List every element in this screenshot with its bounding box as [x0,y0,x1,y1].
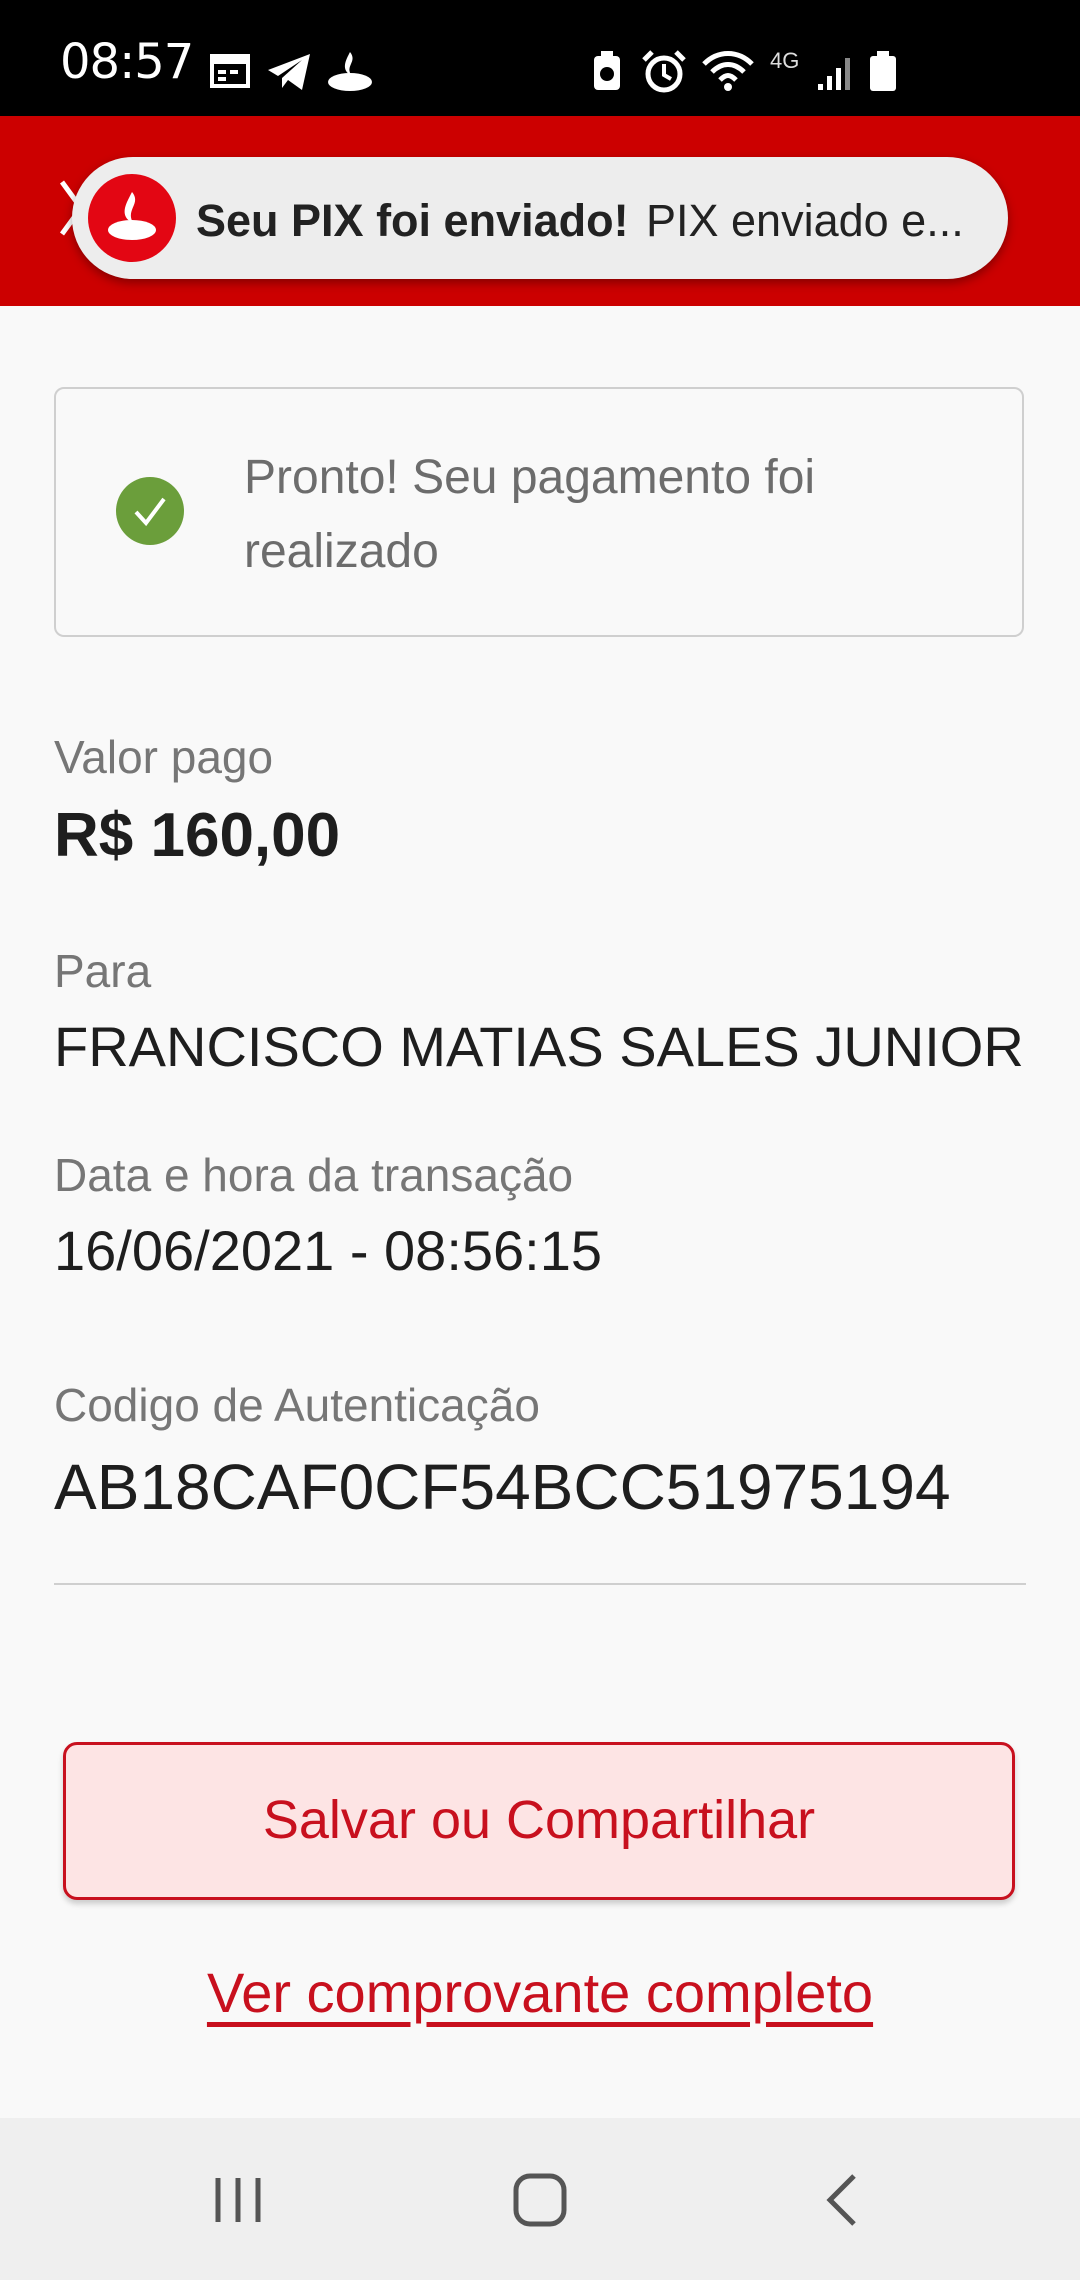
pix-sent-notification[interactable]: Seu PIX foi enviado! PIX enviado e... [72,157,1008,279]
success-card: Pronto! Seu pagamento foi realizado [54,387,1024,637]
status-bar: 08:57 4G [0,0,1080,116]
back-icon[interactable] [820,2170,864,2230]
wifi-icon [702,51,754,91]
auth-code-value: AB18CAF0CF54BCC51975194 [54,1451,951,1523]
datetime-value: 16/06/2021 - 08:56:15 [54,1219,603,1282]
santander-logo-icon [88,174,176,262]
amount-value: R$ 160,00 [54,801,341,870]
datetime-label: Data e hora da transação [54,1149,574,1201]
battery-icon [870,51,896,91]
recent-apps-icon[interactable] [210,2170,266,2230]
success-message: Pronto! Seu pagamento foi realizado [244,451,816,578]
status-time: 08:57 [60,34,194,90]
santander-icon [328,52,372,91]
auth-code-label: Codigo de Autenticação [54,1379,540,1431]
notification-title: Seu PIX foi enviado! [196,195,629,246]
calendar-icon [210,54,250,88]
divider [54,1583,1026,1585]
recipient-value: FRANCISCO MATIAS SALES JUNIOR [54,1015,1024,1078]
amount-label: Valor pago [54,731,274,783]
recipient-label: Para [54,945,152,997]
save-or-share-button[interactable]: Salvar ou Compartilhar [63,1742,1015,1900]
notification-body: PIX enviado e... [646,195,964,246]
signal-icon [818,58,850,90]
alarm-icon [642,50,686,93]
navigation-bar [0,2118,1080,2280]
check-circle-icon [116,477,184,545]
network-type: 4G [770,48,800,73]
home-icon[interactable] [510,2170,570,2230]
telegram-icon [268,54,310,90]
battery-saver-icon [594,51,620,90]
view-full-receipt-link[interactable]: Ver comprovante completo [0,1960,1080,2025]
